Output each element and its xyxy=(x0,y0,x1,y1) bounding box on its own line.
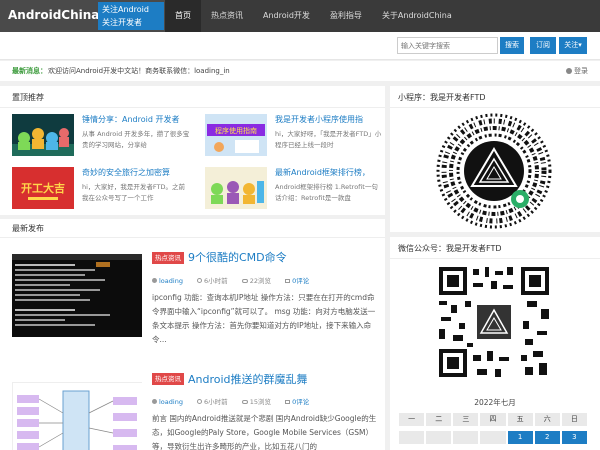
post-tag-1[interactable]: 热点资讯 xyxy=(152,252,184,264)
nav-about[interactable]: 关于AndroidChina xyxy=(372,0,462,32)
clock-icon xyxy=(197,399,203,404)
search-button[interactable]: 搜索 xyxy=(500,37,524,54)
subscribe-button[interactable]: 订阅 xyxy=(530,37,556,54)
framework-ranking-image xyxy=(205,167,267,209)
post-title-1[interactable]: 9个很酷的CMD命令 xyxy=(188,249,287,265)
calendar-day-3[interactable]: 3 xyxy=(561,431,587,444)
recommend-desc-2: hi，大家好呀，「我是开发者FTD」小程序已经上线一段时 xyxy=(275,130,382,149)
post-author-1[interactable]: loading xyxy=(159,277,183,285)
calendar-month: 2022年七月 xyxy=(474,398,516,407)
weekday-sun: 日 xyxy=(561,413,587,426)
comment-icon xyxy=(285,279,291,283)
recommend-desc-3: hi，大家好，我是开发者FTD。之前我在公众号写了一个工作 xyxy=(82,183,186,202)
thumb2-text: 程序使用指南 xyxy=(215,126,257,135)
post-meta-1: loading 6小时前 22浏览 0评论 xyxy=(152,275,309,285)
divider xyxy=(390,107,600,108)
top-nav: AndroidChina 关注Android 关注开发者 首页 热点资讯 And… xyxy=(0,0,600,32)
brand-tagline: 关注Android 关注开发者 xyxy=(98,2,164,30)
nav-home[interactable]: 首页 xyxy=(165,0,201,32)
user-icon xyxy=(566,68,572,74)
post-time-2: 6小时前 xyxy=(204,398,228,406)
post-thumb-2[interactable] xyxy=(12,382,143,450)
brand[interactable]: AndroidChina 关注Android 关注开发者 xyxy=(0,0,165,32)
recommend-desc-4: Android框架排行榜 1.Retrofit一句话介绍：Retrofit是一款… xyxy=(275,183,378,202)
post-comments-2[interactable]: 0评论 xyxy=(292,398,309,406)
calendar-day-empty xyxy=(453,431,479,444)
post-meta-2: loading 6小时前 15浏览 0评论 xyxy=(152,396,309,406)
miniprogram-title: 小程序：我是开发者FTD xyxy=(398,93,486,102)
eye-icon xyxy=(241,279,248,283)
recommend-thumb-2[interactable]: 程序使用指南 xyxy=(205,114,267,156)
post-views-2: 15浏览 xyxy=(249,398,272,406)
post-tag-2[interactable]: 热点资讯 xyxy=(152,373,184,385)
clock-icon xyxy=(197,278,203,283)
login-label[interactable]: 登录 xyxy=(574,67,588,75)
post-time-1: 6小时前 xyxy=(204,277,228,285)
recommend-title-3[interactable]: 奇妙的安全旅行之加密算 xyxy=(82,167,190,178)
notice-bar: 最新消息： 欢迎访问Android开发中文站！商务联系微信：loading_in… xyxy=(0,61,600,81)
author-icon xyxy=(152,399,157,404)
recommend-thumb-4[interactable] xyxy=(205,167,267,209)
wechat-title: 微信公众号：我是开发者FTD xyxy=(398,244,502,253)
post-author-2[interactable]: loading xyxy=(159,398,183,406)
miniprogram-guide-image: 程序使用指南 xyxy=(205,114,267,156)
eye-icon xyxy=(241,400,248,404)
recommend-title-2[interactable]: 我是开发者小程序使用指 xyxy=(275,114,383,125)
nav-android-dev[interactable]: Android开发 xyxy=(253,0,320,32)
miniprogram-panel: 小程序：我是开发者FTD xyxy=(390,86,600,232)
wechat-qr-code-image xyxy=(437,265,551,379)
weekday-tue: 二 xyxy=(426,413,452,426)
calendar-day-1[interactable]: 1 xyxy=(507,431,533,444)
recommend-panel: 置顶推荐 锤情分享：Android 开发者 从事 Android 开发多年，攒了… xyxy=(0,86,385,215)
latest-title: 最新发布 xyxy=(12,224,44,233)
calendar-day-empty xyxy=(480,431,506,444)
search-bar: 搜索 订阅 关注▾ xyxy=(0,32,600,60)
brand-name[interactable]: AndroidChina xyxy=(8,8,99,22)
push-diagram-image xyxy=(13,383,143,450)
kaigong-daji-image: 开工大吉 xyxy=(12,167,74,209)
notice-text: 欢迎访问Android开发中文站！商务联系微信：loading_in xyxy=(48,67,230,75)
login-link[interactable]: 登录 xyxy=(566,61,588,81)
post-title-2[interactable]: Android推送的群魔乱舞 xyxy=(188,371,308,387)
thumb3-text: 开工大吉 xyxy=(21,181,65,195)
calendar-day-2[interactable]: 2 xyxy=(534,431,560,444)
notice-label: 最新消息： xyxy=(12,67,47,75)
comment-icon xyxy=(285,400,291,404)
recommend-title-4[interactable]: 最新Android框架排行榜， xyxy=(275,167,383,178)
main-nav: 首页 热点资讯 Android开发 盈利指导 关于AndroidChina xyxy=(165,0,462,32)
divider xyxy=(0,107,385,108)
post-body-2: 前言 国内的Android推送就是个悲剧 国内Android缺少Google的生… xyxy=(152,414,377,450)
post-thumb-1[interactable] xyxy=(12,254,142,337)
recommend-thumb-1[interactable] xyxy=(12,114,74,156)
brand-tagline-2: 关注开发者 xyxy=(102,18,142,27)
calendar-day-empty xyxy=(399,431,425,444)
post-comments-1[interactable]: 0评论 xyxy=(292,277,309,285)
post-body-1: ipconfig 功能：查询本机IP地址 操作方法：只要在在打开的cmd命令界面… xyxy=(152,293,376,344)
brand-tagline-1: 关注Android xyxy=(102,5,149,14)
recommend-desc-1: 从事 Android 开发多年，攒了很多宝贵的学习网站，分享给 xyxy=(82,130,190,149)
author-icon xyxy=(152,278,157,283)
divider xyxy=(390,258,600,259)
calendar-day-empty xyxy=(426,431,452,444)
nav-hot-news[interactable]: 热点资讯 xyxy=(201,0,253,32)
cmd-screenshot-image xyxy=(12,254,142,337)
weekday-mon: 一 xyxy=(399,413,425,426)
recommend-title-1[interactable]: 锤情分享：Android 开发者 xyxy=(82,114,190,125)
nav-profit-guide[interactable]: 盈利指导 xyxy=(320,0,372,32)
latest-panel: 最新发布 热点资讯 9个很酷的CMD命令 loading 6小时前 22浏览 0… xyxy=(0,219,385,450)
follow-button[interactable]: 关注▾ xyxy=(559,37,587,54)
search-input[interactable] xyxy=(397,37,498,54)
calendar-weekdays: 一 二 三 四 五 六 日 xyxy=(398,413,588,426)
weekday-thu: 四 xyxy=(480,413,506,426)
miniprogram-code-image xyxy=(436,113,552,229)
weekday-wed: 三 xyxy=(453,413,479,426)
recommend-title: 置顶推荐 xyxy=(12,93,44,102)
weekday-sat: 六 xyxy=(534,413,560,426)
recommend-thumb-3[interactable]: 开工大吉 xyxy=(12,167,74,209)
android-mascots-image xyxy=(12,114,74,156)
calendar-week-1: 1 2 3 xyxy=(398,431,588,444)
divider xyxy=(0,237,385,238)
weekday-fri: 五 xyxy=(507,413,533,426)
post-views-1: 22浏览 xyxy=(249,277,272,285)
